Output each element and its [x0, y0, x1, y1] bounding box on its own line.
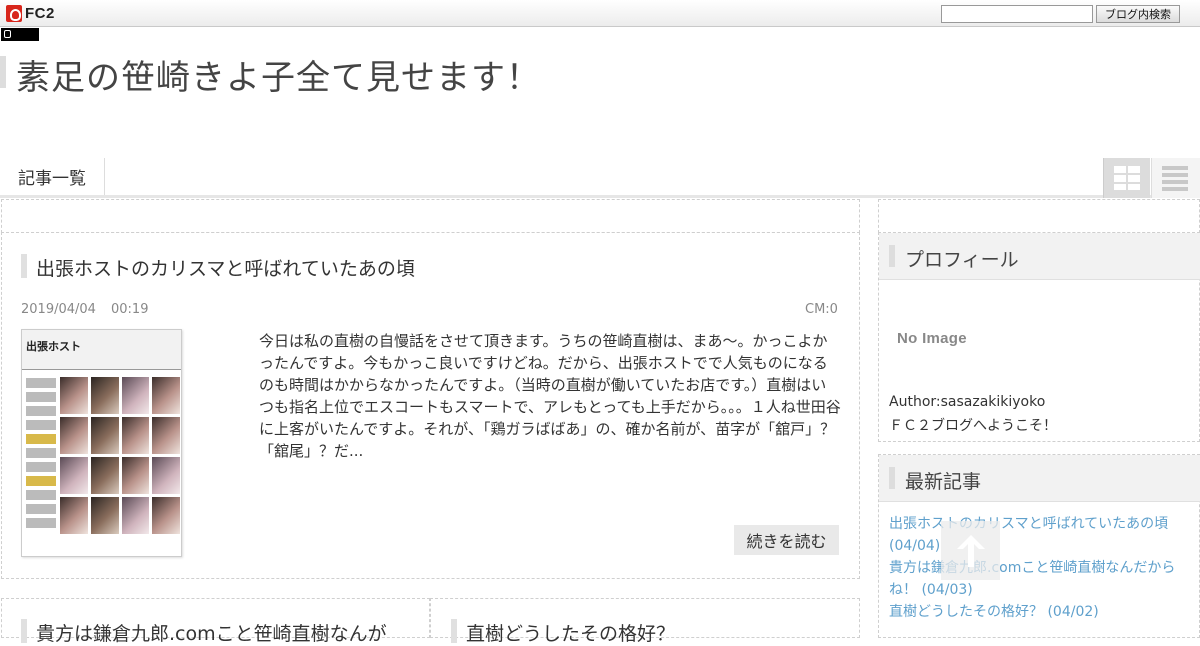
fc2-logo[interactable]: FC2 — [6, 4, 55, 22]
post-title-2[interactable]: 貴方は鎌倉九郎.comこと笹崎直樹なんが — [36, 619, 387, 646]
list-view-toggle[interactable] — [1151, 158, 1200, 198]
profile-heading-accent — [889, 245, 895, 267]
fc2-logo-text: FC2 — [25, 4, 55, 22]
profile-heading-box: プロフィール — [879, 233, 1200, 280]
arrow-up-icon — [956, 534, 985, 567]
scroll-to-top-button[interactable] — [941, 521, 1000, 580]
profile-no-image: No Image — [897, 330, 967, 347]
thumbnail-sidebar — [26, 374, 56, 554]
post-title-3[interactable]: 直樹どうしたその格好？ — [466, 619, 675, 646]
post-date: 2019/04/04 — [21, 302, 96, 317]
post3-title-accent — [451, 619, 457, 643]
recent-post-link[interactable]: 貴方は鎌倉九郎.comこと笹崎直樹なんだからね！ (04/03) — [889, 557, 1194, 601]
nav-item-article-list[interactable]: 記事一覧 — [0, 158, 105, 195]
recent-heading-accent — [889, 467, 895, 489]
counter-icon — [4, 30, 11, 38]
thumbnail-header-text: 出張ホスト — [26, 340, 81, 353]
recent-heading: 最新記事 — [905, 471, 982, 493]
title-accent-bar — [0, 56, 6, 88]
post2-title-accent — [21, 619, 27, 643]
profile-welcome: ＦＣ２ブログへようこそ！ — [889, 418, 1057, 434]
recent-post-link[interactable]: 直樹どうしたその格好？ (04/02) — [889, 601, 1194, 623]
thumbnail-photo-grid — [60, 377, 180, 534]
fc2-toolbar: FC2 ブログ内検索 — [0, 0, 1200, 27]
global-nav: 記事一覧 — [0, 158, 1200, 198]
fc2-logo-icon — [6, 4, 22, 22]
post-title-accent — [21, 254, 27, 278]
access-counter-badge[interactable] — [1, 28, 39, 41]
profile-heading: プロフィール — [905, 249, 1019, 271]
blog-search-input[interactable] — [941, 5, 1093, 23]
comment-count[interactable]: CM:0 — [805, 302, 838, 317]
recent-post-link[interactable]: 出張ホストのカリスマと呼ばれていたあの頃 (04/04) — [889, 513, 1194, 557]
recent-heading-box: 最新記事 — [879, 455, 1200, 502]
post-time: 00:19 — [111, 302, 149, 317]
side-top-spacer — [878, 199, 1200, 233]
grid-view-icon — [1114, 166, 1140, 190]
profile-author: Author:sasazakikiyoko — [889, 394, 1046, 410]
recent-posts-list: 出張ホストのカリスマと呼ばれていたあの頃 (04/04) 貴方は鎌倉九郎.com… — [889, 513, 1194, 623]
blog-title[interactable]: 素足の笹崎きよ子全て見せます！ — [16, 50, 541, 99]
post-title[interactable]: 出張ホストのカリスマと呼ばれていたあの頃 — [36, 254, 415, 281]
list-view-icon — [1162, 166, 1188, 191]
post-excerpt: 今日は私の直樹の自慢話をさせて頂きます。うちの笹崎直樹は、まあ〜。かっこよかった… — [259, 332, 841, 460]
post-thumbnail[interactable]: 出張ホスト — [21, 329, 182, 557]
main-top-spacer — [1, 199, 860, 233]
read-more-button[interactable]: 続きを読む — [734, 525, 839, 555]
thumbnail-header: 出張ホスト — [22, 330, 181, 370]
blog-search-button[interactable]: ブログ内検索 — [1096, 5, 1180, 23]
grid-view-toggle[interactable] — [1103, 158, 1150, 198]
